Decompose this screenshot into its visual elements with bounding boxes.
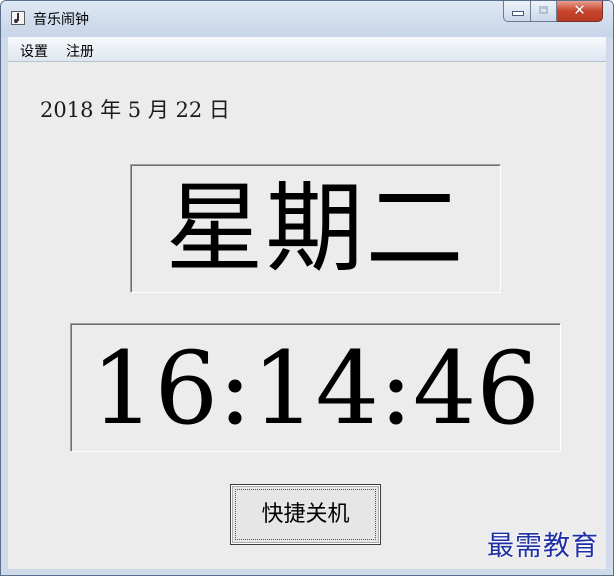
- quick-shutdown-button[interactable]: 快捷关机: [230, 484, 381, 545]
- app-window: 音乐闹钟 ✕ 设置 注册 2018 年 5 月 22 日 星期二 16:14:4…: [0, 0, 614, 576]
- time-text: 16:14:46: [90, 330, 541, 447]
- maximize-button[interactable]: [531, 1, 557, 22]
- title-bar[interactable]: 音乐闹钟 ✕: [1, 1, 613, 37]
- quick-shutdown-label: 快捷关机: [261, 502, 350, 527]
- close-icon: ✕: [573, 1, 586, 19]
- maximize-icon: [539, 6, 548, 14]
- window-title: 音乐闹钟: [33, 12, 89, 28]
- weekday-display: 星期二: [130, 164, 501, 293]
- menu-register[interactable]: 注册: [64, 41, 96, 61]
- caption-buttons: ✕: [503, 1, 603, 23]
- weekday-text: 星期二: [165, 172, 466, 286]
- minimize-icon: [513, 12, 523, 15]
- client-area: 设置 注册 2018 年 5 月 22 日 星期二 16:14:46 快捷关机: [8, 37, 606, 569]
- minimize-button[interactable]: [503, 1, 531, 22]
- time-display: 16:14:46: [70, 323, 561, 452]
- menu-settings[interactable]: 设置: [18, 41, 50, 61]
- clock-panel: 2018 年 5 月 22 日 星期二 16:14:46 快捷关机: [8, 62, 606, 569]
- date-label: 2018 年 5 月 22 日: [40, 98, 230, 122]
- music-clock-icon[interactable]: [11, 11, 25, 25]
- menu-bar: 设置 注册: [8, 37, 606, 62]
- watermark-logo: 最需教育: [487, 531, 599, 562]
- close-button[interactable]: ✕: [557, 1, 603, 22]
